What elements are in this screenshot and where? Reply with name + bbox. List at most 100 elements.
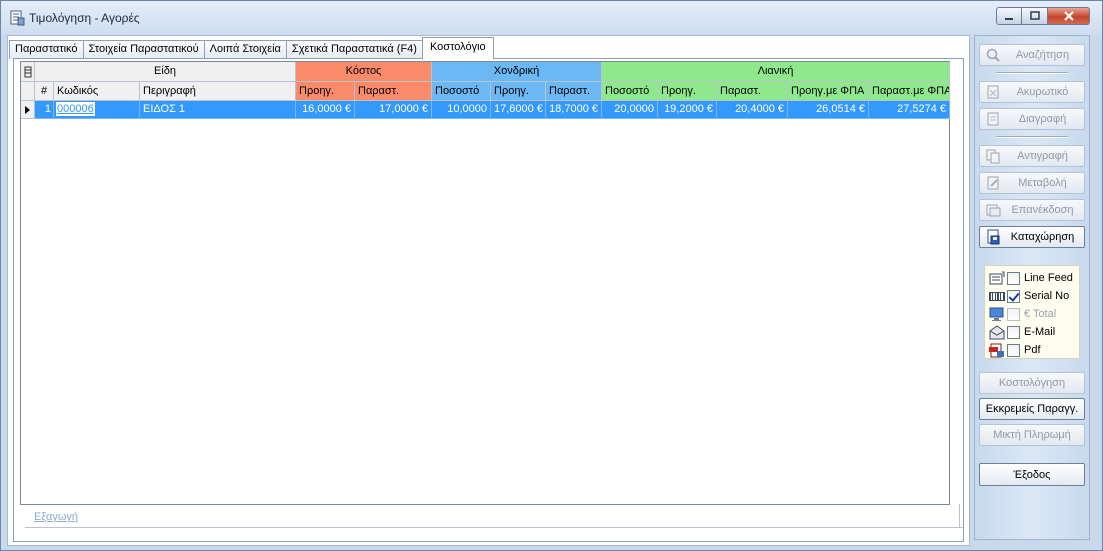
cell-retail-previous-vat[interactable]: 26,0514 €	[788, 101, 869, 119]
pdf-checkbox[interactable]	[1007, 343, 1020, 357]
monitor-icon	[989, 307, 1004, 321]
column-header-retail-previous[interactable]: Προηγ.	[658, 82, 717, 101]
reissue-button-label: Επανέκδοση	[1011, 204, 1074, 216]
footer-divider	[25, 527, 963, 528]
grid-column-chooser[interactable]	[21, 62, 35, 82]
export-link[interactable]: Εξαγωγή	[34, 511, 78, 523]
euro-total-label: € Total	[1024, 308, 1057, 320]
save-button[interactable]: Καταχώρηση	[979, 226, 1085, 248]
current-row-arrow-icon	[25, 106, 30, 114]
tab-document[interactable]: Παραστατικό	[9, 40, 84, 59]
serial-no-checkbox[interactable]	[1007, 289, 1020, 303]
minimize-button[interactable]	[996, 7, 1022, 25]
column-header-num[interactable]: #	[35, 82, 54, 101]
row-indicator[interactable]	[21, 101, 35, 119]
save-document-icon	[987, 229, 1000, 245]
cell-retail-document[interactable]: 20,4000 €	[717, 101, 788, 119]
delete-button-label: Διαγραφή	[1018, 113, 1067, 125]
cell-retail-document-vat[interactable]: 27,5274 €	[869, 101, 950, 119]
reissue-button[interactable]: Επανέκδοση	[979, 199, 1085, 221]
option-serial-no[interactable]: Serial No	[989, 288, 1069, 304]
mixed-payment-label: Μικτή Πληρωμή	[993, 429, 1071, 441]
search-button[interactable]: Αναζήτηση	[979, 44, 1085, 66]
cell-cost-document[interactable]: 17,0000 €	[355, 101, 432, 119]
cell-wholesale-percent[interactable]: 10,0000	[432, 101, 491, 119]
pdf-label: Pdf	[1024, 344, 1041, 356]
modify-button-label: Μεταβολή	[1018, 177, 1067, 189]
reissue-icon	[986, 204, 1001, 217]
tab-costing[interactable]: Κοστολόγιο	[421, 37, 494, 59]
print-options-box: Line Feed Serial No € Total E-Mail Pdf	[984, 265, 1080, 359]
tab-strip: Παραστατικό Στοιχεία Παραστατικού Λοιπά …	[9, 37, 494, 59]
column-header-cost-previous[interactable]: Προηγ.	[296, 82, 355, 101]
email-label: E-Mail	[1024, 326, 1056, 338]
edit-icon	[987, 176, 999, 190]
copy-button[interactable]: Αντιγραφή	[979, 145, 1085, 167]
exit-button[interactable]: Έξοδος	[979, 463, 1085, 486]
row-indicator-header	[21, 82, 35, 101]
save-button-label: Καταχώρηση	[1010, 231, 1075, 243]
serial-no-label: Serial No	[1024, 290, 1070, 302]
column-header-retail-document[interactable]: Παραστ.	[717, 82, 788, 101]
modify-button[interactable]: Μεταβολή	[979, 172, 1085, 194]
application-window: Τιμολόγηση - Αγορές Παραστατικό Στοιχεία…	[0, 0, 1103, 551]
pdf-icon	[989, 343, 1004, 357]
copy-icon	[986, 149, 1000, 164]
cancel-document-label: Ακυρωτικό	[1016, 86, 1069, 98]
pending-orders-label: Εκκρεμείς Παραγγ.	[985, 403, 1079, 415]
column-header-retail-previous-vat[interactable]: Προηγ.με ΦΠΑ	[788, 82, 869, 101]
column-header-wholesale-previous[interactable]: Προηγ.	[491, 82, 546, 101]
exit-button-label: Έξοδος	[1013, 468, 1051, 481]
column-header-retail-percent[interactable]: Ποσοστό	[602, 82, 658, 101]
close-icon	[1063, 11, 1074, 21]
cell-code[interactable]: 000006	[54, 101, 140, 119]
costing-button[interactable]: Κοστολόγηση	[979, 372, 1085, 394]
option-pdf[interactable]: Pdf	[989, 342, 1041, 358]
delete-document-icon	[987, 112, 999, 126]
magnifier-icon	[986, 48, 1000, 62]
cell-description[interactable]: ΕΙΔΟΣ 1	[140, 101, 296, 119]
column-header-code[interactable]: Κωδικός	[54, 82, 140, 101]
column-header-retail-document-vat[interactable]: Παραστ.με ΦΠΑ	[869, 82, 950, 101]
cell-wholesale-previous[interactable]: 17,6000 €	[491, 101, 546, 119]
cell-num[interactable]: 1	[35, 101, 54, 119]
group-header-wholesale: Χονδρική	[432, 62, 602, 82]
column-header-wholesale-percent[interactable]: Ποσοστό	[432, 82, 491, 101]
option-euro-total[interactable]: € Total	[989, 306, 1056, 322]
panel-separator	[996, 136, 1068, 138]
option-line-feed[interactable]: Line Feed	[989, 270, 1073, 286]
tab-related-documents[interactable]: Σχετικά Παραστατικά (F4)	[285, 40, 423, 59]
tab-other-details[interactable]: Λοιπά Στοιχεία	[203, 40, 287, 59]
pending-orders-button[interactable]: Εκκρεμείς Παραγγ.	[979, 398, 1085, 420]
cell-retail-previous[interactable]: 19,2000 €	[658, 101, 717, 119]
group-header-items: Είδη	[35, 62, 296, 82]
line-feed-checkbox[interactable]	[1007, 271, 1020, 285]
cell-wholesale-document[interactable]: 18,7000 €	[546, 101, 602, 119]
cancel-document-icon	[987, 85, 999, 99]
cell-retail-percent[interactable]: 20,0000	[602, 101, 658, 119]
barcode-icon	[989, 291, 1005, 301]
column-header-cost-document[interactable]: Παραστ.	[355, 82, 432, 101]
cell-code-value: 000006	[56, 102, 95, 116]
maximize-button[interactable]	[1022, 7, 1048, 25]
euro-total-checkbox[interactable]	[1007, 307, 1020, 321]
window-title: Τιμολόγηση - Αγορές	[29, 11, 140, 25]
tab-document-details[interactable]: Στοιχεία Παραστατικού	[82, 40, 205, 59]
costing-grid[interactable]: Είδη Κόστος Χονδρική Λιανική # Κωδικός Π…	[20, 61, 950, 505]
search-button-label: Αναζήτηση	[1015, 49, 1070, 61]
email-checkbox[interactable]	[1007, 325, 1020, 339]
line-feed-icon	[989, 271, 1005, 284]
column-header-description[interactable]: Περιγραφή	[140, 82, 296, 101]
costing-button-label: Κοστολόγηση	[998, 377, 1066, 389]
cancel-document-button[interactable]: Ακυρωτικό	[979, 81, 1085, 103]
option-email[interactable]: E-Mail	[989, 324, 1055, 340]
panel-separator	[996, 72, 1068, 74]
footer-divider-edge	[959, 504, 960, 528]
close-button[interactable]	[1048, 7, 1090, 25]
cell-cost-previous[interactable]: 16,0000 €	[296, 101, 355, 119]
column-header-wholesale-document[interactable]: Παραστ.	[546, 82, 602, 101]
group-header-cost: Κόστος	[296, 62, 432, 82]
mixed-payment-button[interactable]: Μικτή Πληρωμή	[979, 424, 1085, 446]
column-chooser-icon	[24, 66, 31, 78]
delete-button[interactable]: Διαγραφή	[979, 108, 1085, 130]
